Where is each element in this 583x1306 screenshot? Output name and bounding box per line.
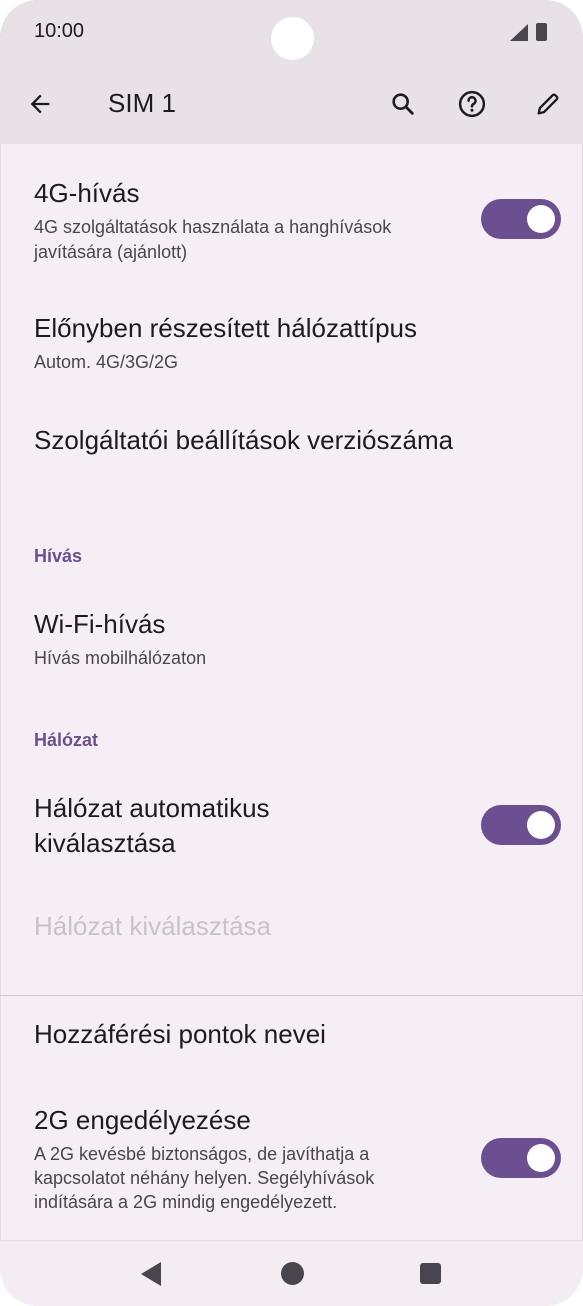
auto-select-title-line1: Hálózat automatikus [34,793,270,823]
carrier-version-title: Szolgáltatói beállítások verziószáma [34,425,454,455]
signal-icon [510,24,528,41]
camera-cutout [271,17,314,60]
allow-2g-subtitle-line3: indítására a 2G mindig engedélyezett. [34,1192,338,1212]
wifi-calling-subtitle: Hívás mobilhálózaton [34,648,207,668]
help-button[interactable] [454,86,490,122]
navigation-bar [0,1240,583,1306]
volte-toggle[interactable] [481,199,561,239]
allow-2g-subtitle-line2: kapcsolatot néhány helyen. Segélyhívások [34,1168,375,1188]
toggle-knob [527,1144,555,1172]
nav-back-icon[interactable] [141,1262,161,1286]
choose-network-title: Hálózat kiválasztása [34,911,271,941]
nav-recents-icon[interactable] [420,1263,441,1284]
edit-button[interactable] [530,86,566,122]
auto-select-toggle[interactable] [481,805,561,845]
auto-select-title-line2: kiválasztása [34,828,176,858]
setting-apn[interactable]: Hozzáférési pontok nevei [0,1016,583,1056]
volte-subtitle-line1: 4G szolgáltatások használata a hanghívás… [34,217,392,237]
help-icon [458,90,486,118]
allow-2g-title: 2G engedélyezése [34,1105,251,1135]
apn-title: Hozzáférési pontok nevei [34,1019,326,1049]
setting-allow-2g[interactable]: 2G engedélyezése A 2G kevésbé biztonságo… [0,1102,583,1222]
toggle-knob [527,811,555,839]
setting-choose-network: Hálózat kiválasztása [0,908,583,948]
status-time: 10:00 [34,20,85,42]
setting-volte[interactable]: 4G-hívás 4G szolgáltatások használata a … [0,170,583,270]
search-button[interactable] [385,86,421,122]
setting-auto-select[interactable]: Hálózat automatikus kiválasztása [0,790,583,870]
edit-pencil-icon [537,93,559,115]
app-bar: SIM 1 [0,64,583,144]
search-icon [392,93,414,115]
status-bar: 10:00 [0,0,583,64]
volte-title: 4G-hívás [34,178,140,208]
allow-2g-subtitle-line1: A 2G kevésbé biztonságos, de javíthatja … [34,1144,370,1164]
network-type-title: Előnyben részesített hálózattípus [34,313,418,343]
nav-home-icon[interactable] [281,1262,304,1285]
section-header-calling: Hívás [34,546,83,566]
toggle-knob [527,205,555,233]
setting-wifi-calling[interactable]: Wi-Fi-hívás Hívás mobilhálózaton [0,606,583,676]
wifi-calling-title: Wi-Fi-hívás [34,609,166,639]
volte-subtitle-line2: javítására (ajánlott) [34,242,188,262]
back-button[interactable] [22,86,58,122]
setting-network-type[interactable]: Előnyben részesített hálózattípus Autom.… [0,310,583,380]
battery-icon [536,23,547,41]
phone-screen: 10:00 SIM 1 4G-hívás 4G szolgáltatások h… [0,0,583,1306]
back-arrow-icon [30,94,50,114]
setting-carrier-version[interactable]: Szolgáltatói beállítások verziószáma [0,422,583,462]
allow-2g-toggle[interactable] [481,1138,561,1178]
divider [0,995,583,996]
network-type-subtitle: Autom. 4G/3G/2G [34,352,179,372]
section-header-network: Hálózat [34,730,99,750]
page-title: SIM 1 [108,88,176,118]
